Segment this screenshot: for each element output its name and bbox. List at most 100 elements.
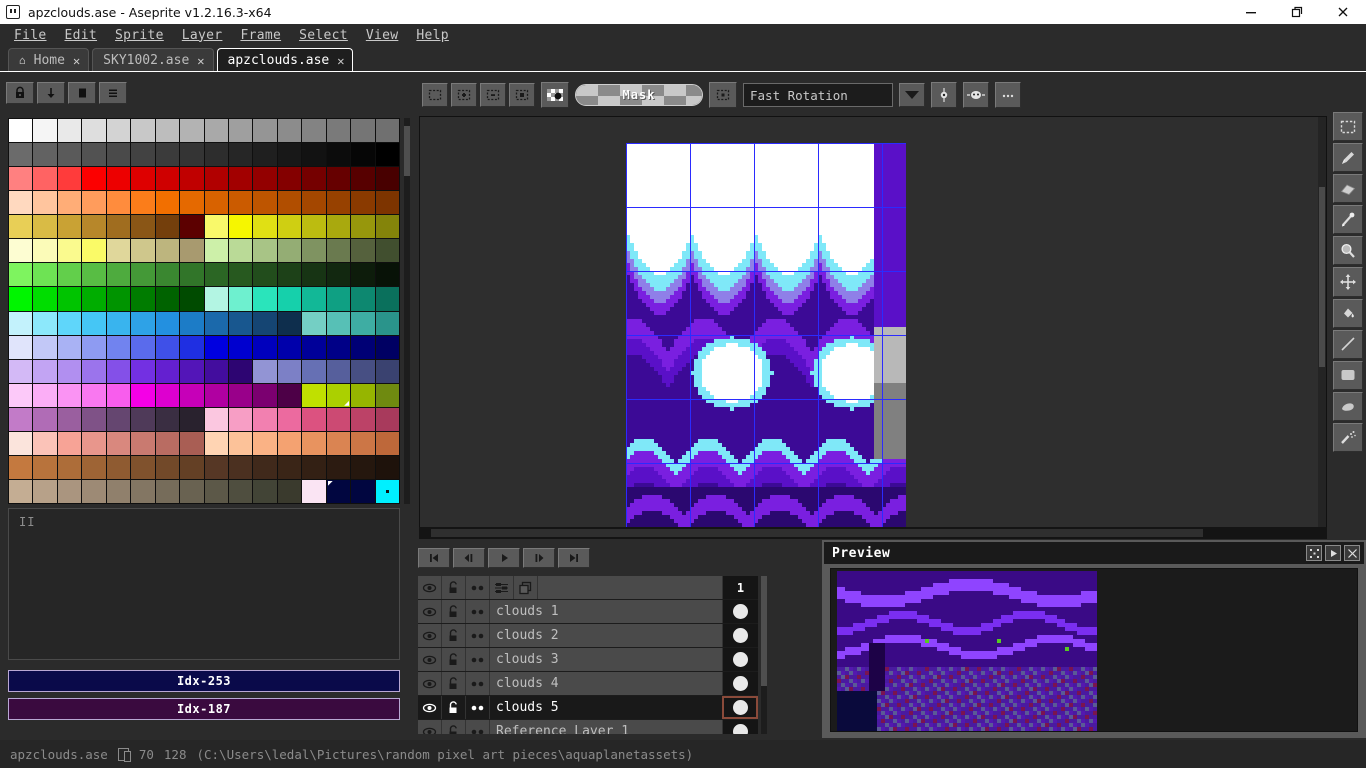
palette-swatch[interactable]: [33, 479, 57, 503]
line-tool[interactable]: [1333, 329, 1363, 359]
palette-swatch[interactable]: [106, 215, 131, 239]
palette-swatch[interactable]: [253, 167, 277, 191]
palette-swatch[interactable]: [82, 191, 106, 215]
go-first-frame-button[interactable]: [418, 548, 450, 568]
menu-view[interactable]: View: [358, 26, 407, 45]
tab-close-icon[interactable]: ✕: [197, 54, 204, 68]
save-palette-button[interactable]: [68, 82, 96, 104]
pixel-snap-button[interactable]: [709, 82, 737, 108]
palette-swatch[interactable]: [375, 287, 399, 311]
palette-swatch[interactable]: [131, 191, 155, 215]
layer-name[interactable]: clouds 3: [490, 648, 722, 671]
palette-swatch[interactable]: [57, 215, 82, 239]
palette-swatch[interactable]: [9, 287, 33, 311]
continuous-dots-icon[interactable]: [466, 672, 490, 695]
palette-swatch[interactable]: [253, 383, 277, 407]
palette-swatch[interactable]: [131, 263, 155, 287]
palette-swatch[interactable]: [375, 311, 399, 335]
palette-swatch[interactable]: [375, 479, 399, 503]
palette-swatch[interactable]: [57, 143, 82, 167]
layer-frame-cell[interactable]: [722, 648, 758, 671]
palette-swatch[interactable]: [351, 215, 375, 239]
palette-swatch[interactable]: [106, 287, 131, 311]
palette-swatch[interactable]: [33, 215, 57, 239]
palette-swatch[interactable]: [180, 455, 204, 479]
palette-swatch[interactable]: [351, 311, 375, 335]
palette-swatch[interactable]: [9, 479, 33, 503]
palette-swatch[interactable]: [302, 191, 326, 215]
palette-swatch[interactable]: [204, 263, 228, 287]
go-last-frame-button[interactable]: [558, 548, 590, 568]
palette-swatch[interactable]: [9, 263, 33, 287]
palette-swatch[interactable]: [204, 143, 228, 167]
palette-swatch[interactable]: [351, 335, 375, 359]
tab-apzclouds[interactable]: apzclouds.ase ✕: [216, 48, 354, 72]
palette-swatch[interactable]: [57, 287, 82, 311]
palette-swatch[interactable]: [106, 191, 131, 215]
layer-name[interactable]: clouds 1: [490, 600, 722, 623]
new-layer-icon[interactable]: [514, 576, 538, 599]
palette-swatch[interactable]: [228, 407, 253, 431]
palette-swatch[interactable]: [155, 191, 180, 215]
palette-swatch[interactable]: [33, 287, 57, 311]
palette-swatch[interactable]: [9, 407, 33, 431]
preview-close-button[interactable]: [1344, 545, 1360, 561]
palette-swatch[interactable]: [57, 167, 82, 191]
palette-swatch[interactable]: [131, 455, 155, 479]
palette-swatch[interactable]: [131, 239, 155, 263]
palette-swatch[interactable]: [253, 455, 277, 479]
palette-swatch[interactable]: [180, 191, 204, 215]
layer-properties-icon[interactable]: [490, 576, 514, 599]
palette-swatch[interactable]: [351, 383, 375, 407]
palette-swatch[interactable]: [326, 239, 351, 263]
palette-swatch[interactable]: [131, 383, 155, 407]
palette-swatch[interactable]: [253, 239, 277, 263]
play-animation-button[interactable]: [488, 548, 520, 568]
palette-swatch[interactable]: [253, 335, 277, 359]
tab-close-icon[interactable]: ✕: [337, 54, 344, 68]
palette-swatch[interactable]: [82, 335, 106, 359]
palette-swatch[interactable]: [131, 143, 155, 167]
chevron-down-icon[interactable]: [899, 83, 925, 107]
menu-edit[interactable]: Edit: [57, 26, 106, 45]
palette-swatch[interactable]: [228, 311, 253, 335]
palette-swatch[interactable]: [204, 239, 228, 263]
palette-swatch[interactable]: [302, 359, 326, 383]
palette-swatch[interactable]: [106, 455, 131, 479]
preview-center-button[interactable]: [1306, 545, 1322, 561]
palette-swatch[interactable]: [82, 431, 106, 455]
palette-swatch[interactable]: [375, 215, 399, 239]
palette-swatch[interactable]: [155, 263, 180, 287]
palette-swatch[interactable]: [302, 143, 326, 167]
palette-swatch[interactable]: [228, 191, 253, 215]
palette-swatch[interactable]: [180, 479, 204, 503]
menu-frame[interactable]: Frame: [232, 26, 289, 45]
palette-swatch[interactable]: [33, 455, 57, 479]
palette-swatch[interactable]: [351, 191, 375, 215]
palette-swatch[interactable]: [57, 191, 82, 215]
palette-swatch[interactable]: [180, 167, 204, 191]
palette-swatch[interactable]: [9, 359, 33, 383]
palette-swatch[interactable]: [155, 407, 180, 431]
foreground-color-button[interactable]: Idx-253: [8, 670, 400, 692]
palette-swatch[interactable]: [33, 263, 57, 287]
palette-swatch[interactable]: [326, 263, 351, 287]
go-previous-frame-button[interactable]: [453, 548, 485, 568]
palette-swatch[interactable]: [277, 215, 302, 239]
palette-swatch[interactable]: [155, 335, 180, 359]
pivot-button[interactable]: [931, 82, 957, 108]
palette-swatch[interactable]: [9, 191, 33, 215]
table-row[interactable]: Reference Layer 1: [418, 720, 758, 734]
palette-swatch[interactable]: [228, 119, 253, 143]
palette-swatch[interactable]: [57, 383, 82, 407]
palette-swatch[interactable]: [155, 311, 180, 335]
palette-swatch[interactable]: [228, 455, 253, 479]
palette-swatch[interactable]: [57, 335, 82, 359]
palette-swatch[interactable]: [33, 143, 57, 167]
palette-swatch[interactable]: [33, 311, 57, 335]
layer-frame-cell[interactable]: [722, 696, 758, 719]
palette-swatch[interactable]: [326, 335, 351, 359]
palette-swatch[interactable]: [82, 359, 106, 383]
palette-swatch[interactable]: [9, 167, 33, 191]
eraser-tool[interactable]: [1333, 174, 1363, 204]
